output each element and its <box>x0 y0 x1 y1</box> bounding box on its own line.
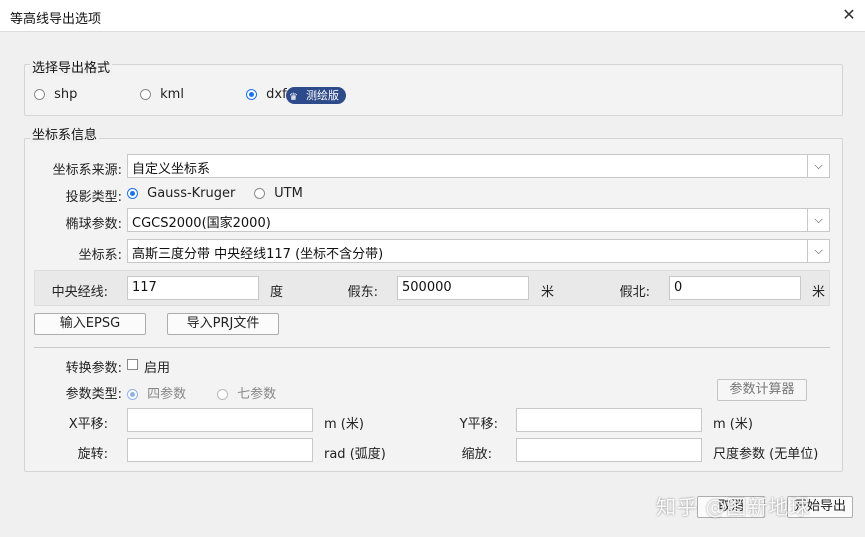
ellipsoid-select[interactable]: CGCS2000(国家2000) ⌵ <box>127 208 830 232</box>
chevron-down-icon[interactable]: ⌵ <box>807 240 829 262</box>
x-shift-label: X平移: <box>68 417 108 432</box>
radio-seven-param[interactable] <box>217 389 228 400</box>
input-epsg-button[interactable]: 输入EPSG <box>34 313 146 335</box>
coordinate-system-value: 高斯三度分带 中央经线117 (坐标不含分带) <box>132 247 384 262</box>
radio-four-param[interactable] <box>127 389 138 400</box>
false-easting-label: 假东: <box>347 285 378 300</box>
x-shift-unit: m (米) <box>324 417 364 432</box>
crs-legend: 坐标系信息 <box>30 124 100 143</box>
scale-input[interactable] <box>516 438 702 462</box>
coordinate-system-label: 坐标系: <box>78 248 122 263</box>
false-northing-label: 假北: <box>619 285 650 300</box>
false-easting-input[interactable]: 500000 <box>397 276 529 300</box>
format-option-label: dxf <box>266 87 287 102</box>
crs-source-label: 坐标系来源: <box>52 163 122 178</box>
false-northing-input[interactable]: 0 <box>669 276 801 300</box>
central-meridian-input[interactable]: 117 <box>127 276 259 300</box>
scale-unit: 尺度参数 (无单位) <box>713 447 819 462</box>
param-type-four[interactable]: 四参数 <box>127 383 186 402</box>
rotation-unit: rad (弧度) <box>324 447 386 462</box>
format-option-label: kml <box>160 87 184 102</box>
survey-edition-badge: ♛ 测绘版 <box>286 87 346 104</box>
y-shift-input[interactable] <box>516 408 702 432</box>
x-shift-input[interactable] <box>127 408 313 432</box>
export-format-legend: 选择导出格式 <box>30 57 113 76</box>
dialog-title: 等高线导出选项 <box>10 12 102 27</box>
crs-source-select[interactable]: 自定义坐标系 ⌵ <box>127 154 830 178</box>
projection-option-gauss[interactable]: Gauss-Kruger <box>127 186 235 201</box>
rotation-label: 旋转: <box>77 447 108 462</box>
enable-transform-checkbox[interactable] <box>127 359 138 370</box>
format-option-kml[interactable]: kml <box>140 87 184 102</box>
chevron-down-icon[interactable]: ⌵ <box>807 155 829 177</box>
projection-label: 投影类型: <box>65 190 122 205</box>
badge-label: 测绘版 <box>306 89 339 102</box>
y-shift-label: Y平移: <box>459 417 498 432</box>
ellipsoid-label: 椭球参数: <box>65 217 122 232</box>
format-option-shp[interactable]: shp <box>34 87 77 102</box>
format-option-dxf[interactable]: dxf <box>246 87 287 102</box>
import-prj-button[interactable]: 导入PRJ文件 <box>167 313 279 335</box>
scale-label: 缩放: <box>461 447 492 462</box>
section-divider <box>34 347 830 348</box>
radio-utm[interactable] <box>254 188 265 199</box>
param-type-option-label: 七参数 <box>237 387 277 402</box>
transform-params-label: 转换参数: <box>65 361 122 376</box>
central-meridian-label: 中央经线: <box>51 285 108 300</box>
projection-option-label: Gauss-Kruger <box>147 186 236 201</box>
projection-option-utm[interactable]: UTM <box>254 186 303 201</box>
crown-icon: ♛ <box>289 92 298 103</box>
central-meridian-unit: 度 <box>270 285 284 300</box>
ellipsoid-value: CGCS2000(国家2000) <box>132 216 271 231</box>
param-type-option-label: 四参数 <box>147 387 187 402</box>
close-icon[interactable]: ✕ <box>838 4 860 26</box>
projection-option-label: UTM <box>274 186 303 201</box>
radio-dxf[interactable] <box>246 89 257 100</box>
rotation-input[interactable] <box>127 438 313 462</box>
radio-gauss-kruger[interactable] <box>127 188 138 199</box>
enable-transform-label: 启用 <box>144 361 171 376</box>
false-northing-unit: 米 <box>812 285 826 300</box>
radio-shp[interactable] <box>34 89 45 100</box>
chevron-down-icon[interactable]: ⌵ <box>807 209 829 231</box>
watermark: 知乎 @图新地球 <box>656 495 811 519</box>
title-bar <box>0 0 865 32</box>
crs-source-value: 自定义坐标系 <box>132 162 211 177</box>
param-type-label: 参数类型: <box>65 387 122 402</box>
false-easting-unit: 米 <box>541 285 555 300</box>
param-calculator-button[interactable]: 参数计算器 <box>717 379 807 401</box>
param-type-seven[interactable]: 七参数 <box>217 383 276 402</box>
y-shift-unit: m (米) <box>713 417 753 432</box>
radio-kml[interactable] <box>140 89 151 100</box>
coordinate-system-select[interactable]: 高斯三度分带 中央经线117 (坐标不含分带) ⌵ <box>127 239 830 263</box>
format-option-label: shp <box>54 87 78 102</box>
